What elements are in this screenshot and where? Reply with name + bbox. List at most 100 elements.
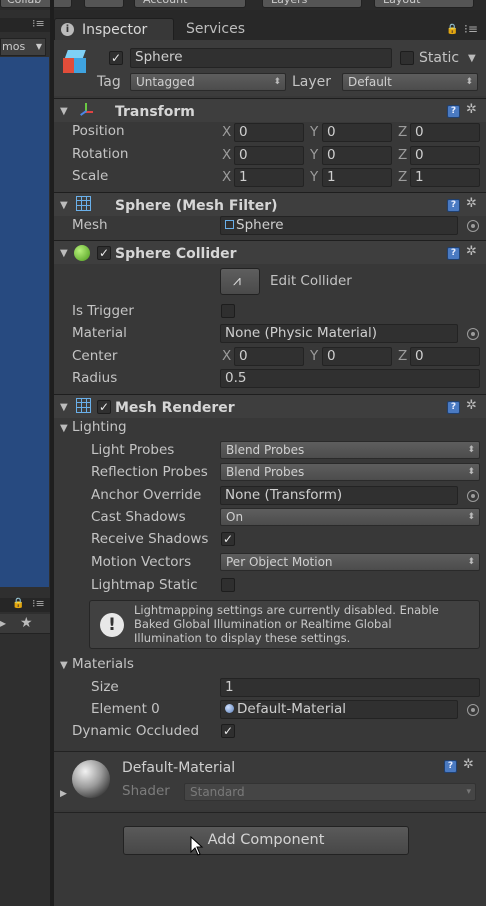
collider-enabled-checkbox[interactable]: ✓ bbox=[97, 246, 111, 260]
position-y-field[interactable]: 0 bbox=[322, 123, 392, 142]
help-icon[interactable]: ? bbox=[447, 199, 460, 212]
transform-header[interactable]: ▼ Transform ? ✲ bbox=[54, 98, 486, 122]
gizmos-dropdown[interactable]: mos ▼ bbox=[0, 38, 46, 56]
lock-icon[interactable]: 🔒 bbox=[12, 598, 24, 609]
mesh-renderer-header[interactable]: ▼ ✓ Mesh Renderer ? ✲ bbox=[54, 394, 486, 418]
tab-inspector-label: Inspector bbox=[82, 22, 148, 38]
shader-dropdown[interactable]: Standard ▾ bbox=[184, 783, 476, 801]
gear-icon[interactable]: ✲ bbox=[466, 197, 477, 210]
rotation-x-field[interactable]: 0 bbox=[234, 146, 304, 165]
cloud-button[interactable] bbox=[84, 0, 124, 8]
menu-icon[interactable]: ⁝≡ bbox=[32, 17, 45, 30]
radius-field[interactable]: 0.5 bbox=[220, 369, 480, 388]
transform-title: Transform bbox=[115, 104, 195, 120]
sphere-collider-title: Sphere Collider bbox=[115, 246, 237, 262]
center-y-field[interactable]: 0 bbox=[322, 347, 392, 366]
axis-z-label: Z bbox=[398, 348, 408, 364]
mesh-filter-header[interactable]: ▼ Sphere (Mesh Filter) ? ✲ bbox=[54, 192, 486, 216]
edit-collider-button[interactable]: ⩘ bbox=[220, 268, 260, 295]
is-trigger-checkbox[interactable] bbox=[221, 304, 235, 318]
layer-dropdown[interactable]: Default ⬍ bbox=[342, 73, 478, 91]
tag-dropdown[interactable]: Untagged ⬍ bbox=[130, 73, 286, 91]
lightmap-static-checkbox[interactable] bbox=[221, 578, 235, 592]
element0-field[interactable]: Default-Material bbox=[220, 700, 458, 719]
tab-services[interactable]: Services bbox=[186, 22, 245, 36]
scale-y-field[interactable]: 1 bbox=[322, 168, 392, 187]
gear-icon[interactable]: ✲ bbox=[466, 399, 477, 412]
foldout-arrow-icon[interactable]: ▼ bbox=[60, 107, 68, 117]
position-z-field[interactable]: 0 bbox=[410, 123, 480, 142]
cast-shadows-dropdown[interactable]: On ⬍ bbox=[220, 508, 480, 526]
center-z-field[interactable]: 0 bbox=[410, 347, 480, 366]
motion-vectors-dropdown[interactable]: Per Object Motion ⬍ bbox=[220, 553, 480, 571]
help-icon[interactable]: ? bbox=[447, 401, 460, 414]
rotation-y-field[interactable]: 0 bbox=[322, 146, 392, 165]
mesh-field[interactable]: Sphere bbox=[220, 216, 458, 235]
scene-view[interactable] bbox=[0, 57, 49, 587]
is-trigger-label: Is Trigger bbox=[72, 303, 134, 319]
layer-value: Default bbox=[348, 75, 392, 89]
static-checkbox[interactable] bbox=[400, 51, 414, 65]
materials-label[interactable]: Materials bbox=[72, 657, 134, 672]
foldout-arrow-icon[interactable]: ▼ bbox=[60, 403, 68, 413]
help-icon[interactable]: ? bbox=[447, 105, 460, 118]
axis-y-label: Y bbox=[310, 169, 319, 185]
position-label: Position bbox=[72, 123, 125, 139]
hierarchy-tab-strip: 🔒 ⁝≡ bbox=[0, 597, 50, 612]
foldout-arrow-icon[interactable]: ▼ bbox=[60, 201, 68, 211]
materials-size-field[interactable]: 1 bbox=[220, 678, 480, 697]
star-icon[interactable]: ★ bbox=[20, 615, 33, 631]
info-line-3: Illumination to display these settings. bbox=[134, 631, 351, 645]
menu-icon[interactable]: ⁝≡ bbox=[464, 22, 478, 36]
unity-editor: Collab Account Layers Layout ⁝≡ mos ▼ 🔒 … bbox=[0, 0, 486, 906]
dynamic-occluded-checkbox[interactable]: ✓ bbox=[221, 724, 235, 738]
info-icon: i bbox=[61, 23, 74, 36]
object-picker-icon[interactable] bbox=[467, 220, 479, 232]
collab-button[interactable]: Collab bbox=[0, 0, 72, 8]
physic-material-field[interactable]: None (Physic Material) bbox=[220, 324, 458, 343]
object-header: ✓ Sphere Static ▼ Tag Untagged ⬍ Layer De… bbox=[54, 40, 486, 96]
tab-inspector[interactable]: i Inspector bbox=[54, 18, 174, 40]
light-probes-dropdown[interactable]: Blend Probes ⬍ bbox=[220, 441, 480, 459]
account-dropdown[interactable]: Account bbox=[134, 0, 246, 8]
foldout-arrow-icon[interactable]: ▼ bbox=[60, 249, 68, 259]
layout-dropdown[interactable]: Layout bbox=[374, 0, 474, 8]
receive-shadows-checkbox[interactable]: ✓ bbox=[221, 532, 235, 546]
renderer-enabled-checkbox[interactable]: ✓ bbox=[97, 400, 111, 414]
scale-x-field[interactable]: 1 bbox=[234, 168, 304, 187]
gear-icon[interactable]: ✲ bbox=[466, 245, 477, 258]
foldout-arrow-icon[interactable]: ▼ bbox=[60, 424, 68, 434]
add-component-button[interactable]: Add Component bbox=[123, 826, 409, 855]
sphere-collider-header[interactable]: ▼ ✓ Sphere Collider ? ✲ bbox=[54, 240, 486, 264]
gear-icon[interactable]: ✲ bbox=[466, 103, 477, 116]
center-x-field[interactable]: 0 bbox=[234, 347, 304, 366]
help-icon[interactable]: ? bbox=[444, 760, 457, 773]
element0-label: Element 0 bbox=[91, 701, 160, 717]
object-name-field[interactable]: Sphere bbox=[130, 48, 392, 68]
foldout-arrow-icon[interactable]: ▼ bbox=[60, 661, 68, 671]
scale-z-field[interactable]: 1 bbox=[410, 168, 480, 187]
foldout-arrow-icon[interactable]: ▶ bbox=[60, 790, 67, 799]
active-checkbox[interactable]: ✓ bbox=[109, 51, 123, 65]
object-picker-icon[interactable] bbox=[467, 490, 479, 502]
reflection-probes-dropdown[interactable]: Blend Probes ⬍ bbox=[220, 463, 480, 481]
object-picker-icon[interactable] bbox=[467, 328, 479, 340]
anchor-override-field[interactable]: None (Transform) bbox=[220, 486, 458, 505]
layers-dropdown[interactable]: Layers bbox=[262, 0, 362, 8]
gear-icon[interactable]: ✲ bbox=[463, 758, 474, 771]
radius-label: Radius bbox=[72, 370, 118, 386]
lock-icon[interactable]: 🔒 bbox=[446, 24, 458, 35]
help-icon[interactable]: ? bbox=[447, 247, 460, 260]
object-picker-icon[interactable] bbox=[467, 704, 479, 716]
updown-icon: ⬍ bbox=[467, 512, 475, 522]
anchor-override-label: Anchor Override bbox=[91, 487, 202, 503]
position-x-field[interactable]: 0 bbox=[234, 123, 304, 142]
size-label: Size bbox=[91, 679, 119, 695]
menu-icon[interactable]: ⁝≡ bbox=[32, 597, 45, 610]
axis-x-label: X bbox=[222, 147, 232, 163]
cast-shadows-value: On bbox=[226, 510, 244, 524]
lighting-label[interactable]: Lighting bbox=[72, 420, 127, 435]
chevron-down-icon[interactable]: ▼ bbox=[468, 53, 476, 64]
arrow-icon[interactable]: ▸ bbox=[0, 616, 6, 630]
rotation-z-field[interactable]: 0 bbox=[410, 146, 480, 165]
